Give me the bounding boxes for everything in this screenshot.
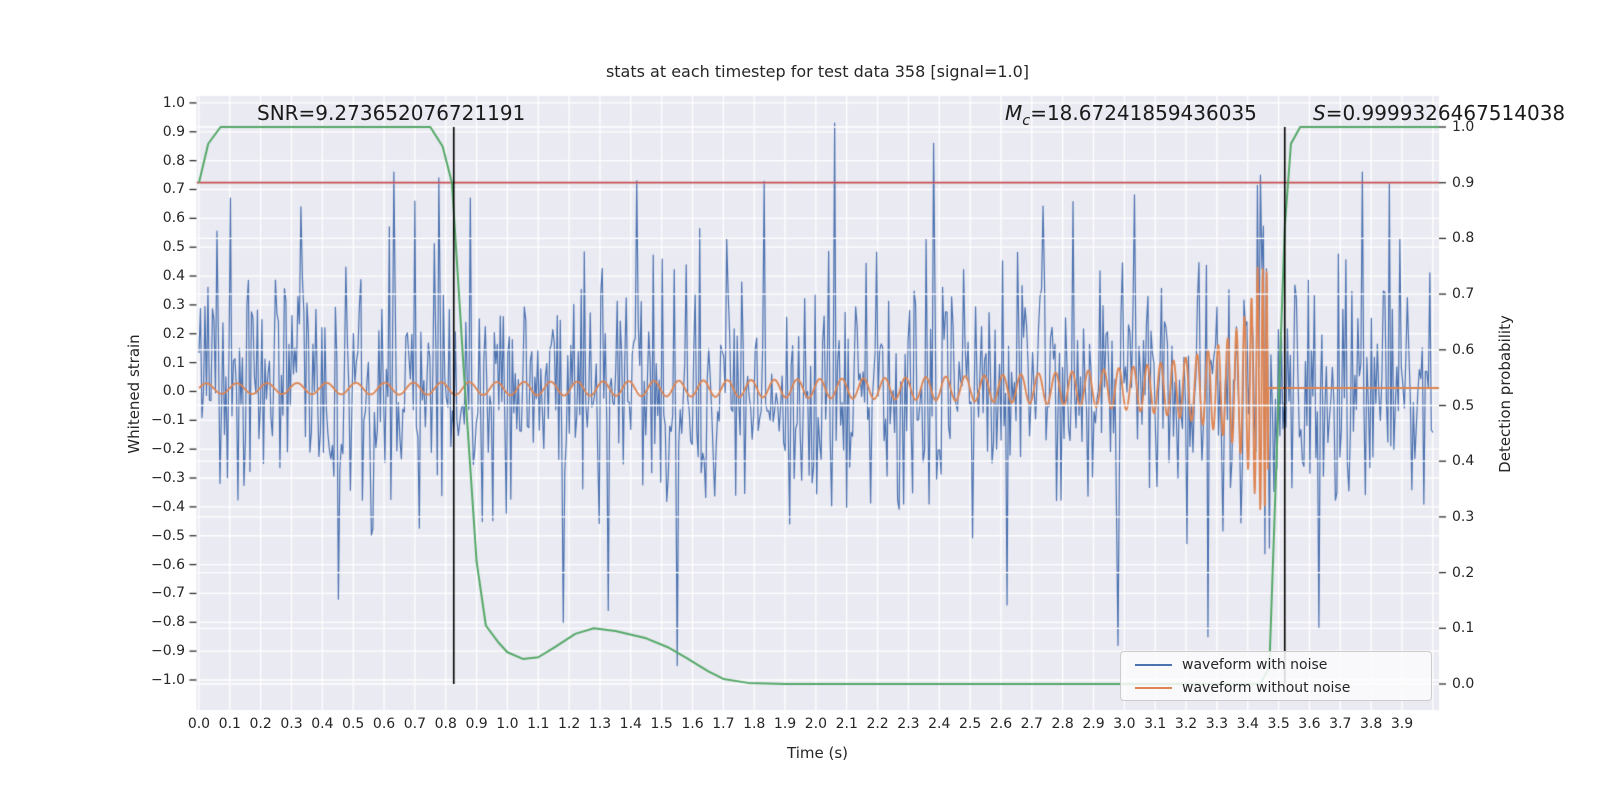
y-tick-label-left: 1.0 bbox=[162, 94, 185, 111]
chirp-mass-subscript: c bbox=[1022, 113, 1031, 129]
y-tick-label-left: 0.1 bbox=[162, 354, 185, 371]
y-tick-label-left: −0.8 bbox=[151, 614, 185, 631]
chart-title: stats at each timestep for test data 358… bbox=[605, 62, 1030, 81]
y-tick-label-left: 0.7 bbox=[162, 181, 185, 198]
x-tick-label: 3.0 bbox=[1113, 716, 1136, 732]
x-axis-label: Time (s) bbox=[787, 744, 848, 762]
y-tick-label-left: 0.4 bbox=[162, 268, 185, 285]
y-tick-label-left: 0.6 bbox=[162, 210, 185, 227]
y-tick-label-left: −1.0 bbox=[151, 671, 185, 688]
legend-line-blue bbox=[1135, 663, 1172, 666]
x-tick-label: 3.2 bbox=[1174, 716, 1198, 732]
x-tick-label: 0.5 bbox=[342, 716, 365, 732]
x-tick-label: 3.7 bbox=[1329, 716, 1352, 732]
y-tick-label-left: 0.3 bbox=[162, 296, 185, 313]
annotation-snr: SNR=9.273652076721191 bbox=[257, 101, 526, 125]
y-tick-label-right: 0.8 bbox=[1452, 230, 1475, 247]
y-tick-label-left: 0.8 bbox=[162, 152, 185, 169]
x-tick-label: 2.7 bbox=[1020, 716, 1043, 732]
y-tick-label-right: 0.1 bbox=[1452, 620, 1475, 637]
y-tick-label-right: 1.0 bbox=[1452, 119, 1475, 136]
y-tick-label-left: 0.9 bbox=[162, 123, 185, 140]
x-tick-label: 1.1 bbox=[527, 716, 550, 732]
y-tick-label-left: −0.6 bbox=[151, 556, 185, 573]
x-tick-label: 2.0 bbox=[804, 716, 828, 732]
x-tick-label: 0.2 bbox=[249, 716, 272, 732]
x-tick-label: 1.0 bbox=[496, 716, 519, 732]
figure: stats at each timestep for test data 358… bbox=[0, 0, 1600, 800]
y-tick-label-left: 0.2 bbox=[162, 325, 185, 342]
y-axis-label-right: Detection probability bbox=[1496, 315, 1514, 473]
x-tick-label: 1.2 bbox=[557, 716, 581, 732]
x-tick-label: 3.1 bbox=[1144, 716, 1167, 732]
legend-line-orange bbox=[1135, 686, 1172, 689]
y-tick-label-left: −0.7 bbox=[151, 585, 185, 602]
x-tick-label: 1.5 bbox=[650, 716, 673, 732]
legend-item-waveform-without-noise: waveform without noise bbox=[1121, 678, 1431, 698]
y-tick-label-left: 0.0 bbox=[162, 383, 185, 400]
x-tick-label: 2.1 bbox=[835, 716, 858, 732]
s-value: =0.9999326467514038 bbox=[1325, 101, 1566, 125]
x-tick-label: 3.6 bbox=[1298, 716, 1321, 732]
x-tick-label: 0.0 bbox=[187, 716, 211, 732]
y-tick-label-left: −0.4 bbox=[151, 498, 185, 515]
x-tick-label: 0.3 bbox=[280, 716, 303, 732]
x-tick-label: 0.7 bbox=[403, 716, 427, 732]
y-tick-label-right: 0.3 bbox=[1452, 508, 1475, 525]
x-tick-label: 3.3 bbox=[1205, 716, 1229, 732]
x-tick-label: 2.2 bbox=[866, 716, 889, 732]
x-tick-label: 0.4 bbox=[311, 716, 334, 732]
y-tick-label-left: −0.5 bbox=[151, 527, 185, 544]
x-tick-label: 3.9 bbox=[1390, 716, 1414, 732]
x-tick-label: 2.4 bbox=[928, 716, 951, 732]
annotation-s-stat: S=0.9999326467514038 bbox=[1313, 101, 1565, 125]
x-tick-label: 1.6 bbox=[681, 716, 704, 732]
y-tick-label-left: 0.5 bbox=[162, 239, 185, 256]
x-tick-label: 0.8 bbox=[434, 716, 457, 732]
y-tick-label-left: −0.3 bbox=[151, 470, 185, 487]
y-tick-label-right: 0.9 bbox=[1452, 174, 1475, 191]
y-tick-label-left: −0.1 bbox=[151, 412, 185, 429]
y-tick-label-right: 0.5 bbox=[1452, 397, 1475, 414]
x-tick-label: 1.4 bbox=[619, 716, 642, 732]
y-tick-label-right: 0.0 bbox=[1452, 675, 1475, 692]
x-tick-label: 2.3 bbox=[897, 716, 920, 732]
x-tick-label: 3.5 bbox=[1267, 716, 1290, 732]
x-tick-label: 2.5 bbox=[958, 716, 982, 732]
y-tick-label-right: 0.6 bbox=[1452, 341, 1475, 358]
legend-item-waveform-with-noise: waveform with noise bbox=[1121, 655, 1431, 675]
y-tick-label-right: 0.7 bbox=[1452, 286, 1475, 303]
x-tick-label: 3.4 bbox=[1236, 716, 1259, 732]
s-symbol: S bbox=[1313, 101, 1326, 125]
x-tick-label: 2.8 bbox=[1051, 716, 1074, 732]
chirp-mass-symbol: M bbox=[1005, 101, 1023, 125]
x-tick-label: 1.9 bbox=[773, 716, 797, 732]
legend-label: waveform without noise bbox=[1182, 679, 1351, 696]
x-tick-label: 0.6 bbox=[372, 716, 396, 732]
x-tick-label: 0.9 bbox=[465, 716, 488, 732]
y-tick-label-right: 0.4 bbox=[1452, 453, 1475, 470]
x-tick-label: 0.1 bbox=[218, 716, 241, 732]
legend-label: waveform with noise bbox=[1182, 656, 1328, 673]
legend: waveform with noise waveform without noi… bbox=[1120, 651, 1432, 701]
y-tick-label-left: −0.9 bbox=[151, 643, 185, 660]
y-tick-label-left: −0.2 bbox=[151, 441, 185, 458]
x-tick-label: 2.9 bbox=[1082, 716, 1105, 732]
x-tick-label: 2.6 bbox=[989, 716, 1013, 732]
x-tick-label: 1.3 bbox=[588, 716, 612, 732]
x-tick-label: 3.8 bbox=[1359, 716, 1383, 732]
chirp-mass-value: =18.67241859436035 bbox=[1030, 101, 1257, 125]
y-axis-label-left: Whitened strain bbox=[125, 334, 143, 454]
y-tick-label-right: 0.2 bbox=[1452, 564, 1475, 581]
x-tick-label: 1.7 bbox=[712, 716, 735, 732]
annotation-chirp-mass: Mc=18.67241859436035 bbox=[1005, 101, 1257, 129]
x-tick-label: 1.8 bbox=[743, 716, 766, 732]
